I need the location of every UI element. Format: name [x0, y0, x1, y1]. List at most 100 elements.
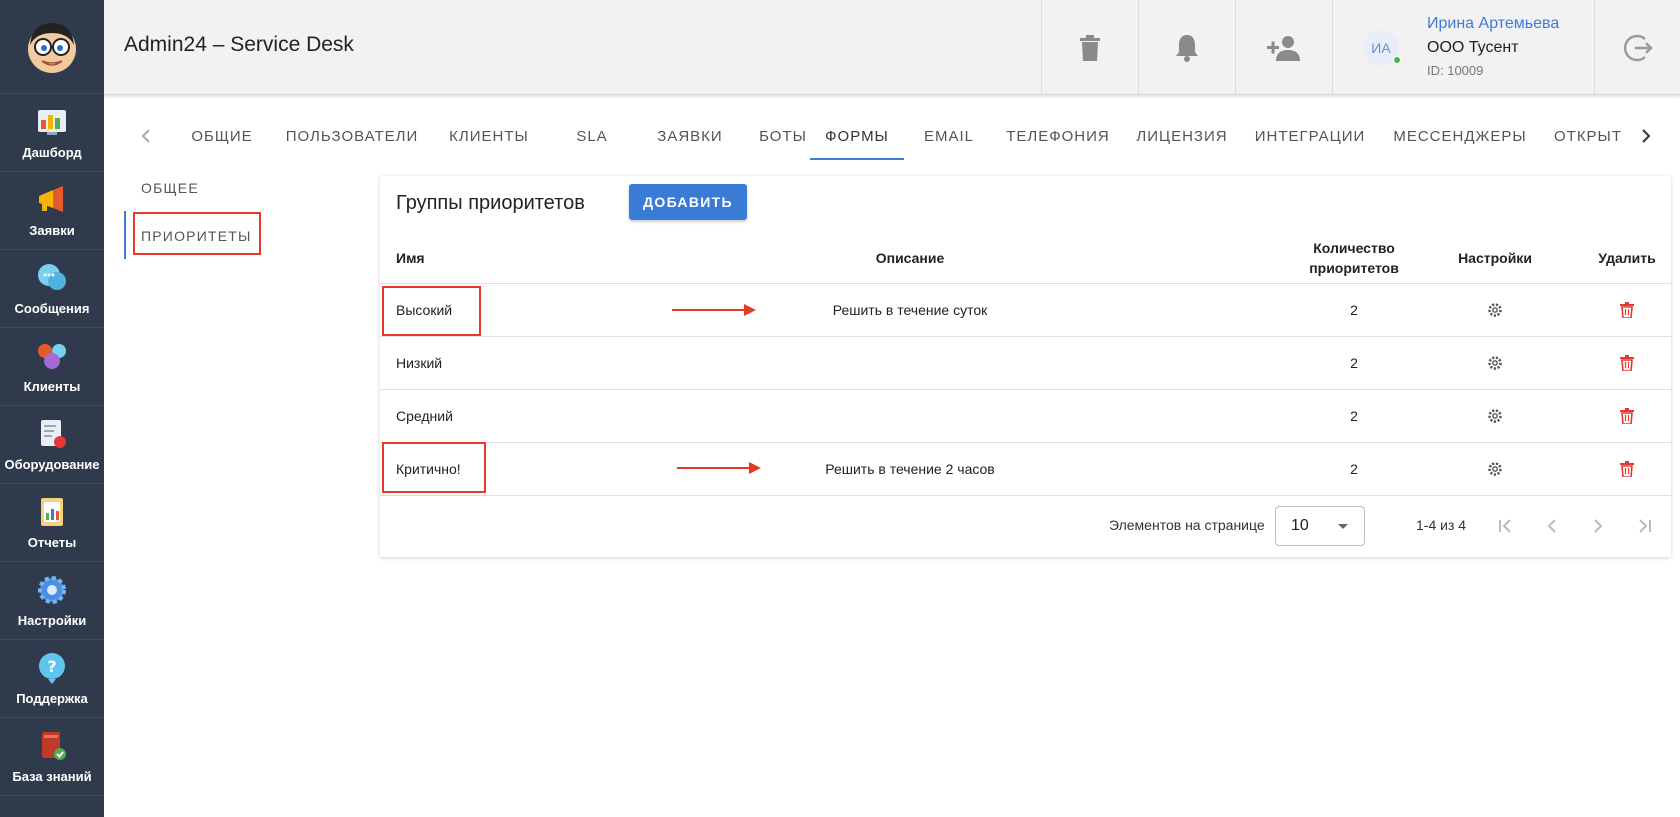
last-page-button[interactable] [1624, 506, 1664, 546]
sidebar-item-support[interactable]: ? Поддержка [0, 640, 104, 718]
gear-icon [38, 576, 66, 604]
tabs-scroll-right[interactable] [1634, 124, 1658, 148]
user-org: ООО Тусент [1427, 39, 1519, 56]
sidebar-item-label: База знаний [12, 769, 92, 784]
sidebar-item-messages[interactable]: Сообщения [0, 250, 104, 328]
row-name: Средний [396, 408, 453, 424]
add-button[interactable]: ДОБАВИТЬ [629, 184, 747, 220]
user-name: Ирина Артемьева [1427, 15, 1560, 32]
row-delete-button[interactable] [1572, 284, 1680, 336]
tabs-scroll-left[interactable] [134, 124, 158, 148]
first-page-icon [1499, 519, 1511, 533]
table-row[interactable]: Критично! Решить в течение 2 часов 2 [380, 443, 1671, 496]
table-row[interactable]: Средний 2 [380, 390, 1671, 443]
column-count: Количество приоритетов [1288, 232, 1420, 284]
avatar-logo[interactable] [0, 0, 104, 94]
sidebar-item-label: Отчеты [27, 535, 77, 550]
user-id: ID: 10009 [1427, 63, 1484, 78]
row-count: 2 [1350, 408, 1358, 424]
column-name: Имя [396, 250, 425, 266]
sidebar-item-knowledge-base[interactable]: База знаний [0, 718, 104, 796]
gear-icon [1488, 356, 1502, 370]
tab-integrations[interactable]: ИНТЕГРАЦИИ [1242, 112, 1378, 160]
prev-page-button[interactable] [1532, 506, 1572, 546]
column-delete: Удалить [1598, 250, 1656, 266]
row-settings-button[interactable] [1440, 443, 1550, 495]
sidebar-item-settings[interactable]: Настройки [0, 562, 104, 640]
sidebar-item-clients[interactable]: Клиенты [0, 328, 104, 406]
logout-icon [1623, 34, 1653, 61]
subnav-general[interactable]: ОБЩЕЕ [141, 180, 199, 196]
top-bar: Admin24 – Service Desk ИА Ирина Артемьев… [104, 0, 1680, 95]
row-description: Решить в течение суток [832, 302, 988, 318]
book-icon [42, 732, 66, 760]
row-description [600, 337, 1220, 389]
row-count: 2 [1350, 355, 1358, 371]
table-header: Имя Описание Количество приоритетов Наст… [380, 232, 1671, 284]
column-count-line2: приоритетов [1309, 260, 1399, 276]
equipment-icon [41, 420, 66, 448]
online-status-dot [1393, 56, 1401, 64]
tab-telephony[interactable]: ТЕЛЕФОНИЯ [994, 112, 1122, 160]
tab-messengers[interactable]: МЕССЕНДЖЕРЫ [1378, 112, 1542, 160]
pagination-range: 1-4 из 4 [1416, 517, 1467, 533]
trash-icon [1620, 302, 1634, 318]
row-settings-button[interactable] [1440, 284, 1550, 336]
column-description: Описание [875, 250, 945, 266]
tab-requests[interactable]: ЗАЯВКИ [640, 112, 740, 160]
next-page-button[interactable] [1578, 506, 1618, 546]
megaphone-icon [39, 186, 63, 212]
tab-forms[interactable]: ФОРМЫ [810, 112, 904, 160]
row-settings-button[interactable] [1440, 337, 1550, 389]
subnav-priorities[interactable]: ПРИОРИТЕТЫ [141, 228, 252, 244]
tab-users[interactable]: ПОЛЬЗОВАТЕЛИ [270, 112, 434, 160]
last-page-icon [1639, 519, 1651, 533]
gear-icon [1488, 409, 1502, 423]
rows-per-page-select[interactable]: 10 [1275, 506, 1365, 546]
trash-button[interactable] [1041, 0, 1138, 95]
rows-per-page-value: 10 [1291, 517, 1309, 534]
chevron-left-icon [141, 129, 150, 143]
sidebar-item-equipment[interactable]: Оборудование [0, 406, 104, 484]
tab-sla[interactable]: SLA [544, 112, 640, 160]
row-name: Низкий [396, 355, 443, 371]
row-count: 2 [1350, 461, 1358, 477]
sidebar-item-requests[interactable]: Заявки [0, 172, 104, 250]
table-row[interactable]: Высокий Решить в течение суток 2 [380, 284, 1671, 337]
first-page-button[interactable] [1486, 506, 1526, 546]
chevron-right-icon [1594, 519, 1603, 533]
row-delete-button[interactable] [1572, 337, 1680, 389]
tab-general[interactable]: ОБЩИЕ [174, 112, 270, 160]
row-settings-button[interactable] [1440, 390, 1550, 442]
add-user-button[interactable] [1235, 0, 1332, 95]
tab-license[interactable]: ЛИЦЕНЗИЯ [1122, 112, 1242, 160]
column-count-line1: Количество [1313, 240, 1395, 256]
notifications-button[interactable] [1138, 0, 1235, 95]
logout-button[interactable] [1594, 0, 1680, 95]
priority-groups-card: Группы приоритетов ДОБАВИТЬ Имя Описание… [380, 176, 1671, 557]
sidebar-item-reports[interactable]: Отчеты [0, 484, 104, 562]
tab-email[interactable]: EMAIL [904, 112, 994, 160]
sidebar-item-label: Поддержка [16, 691, 88, 706]
tab-clients[interactable]: КЛИЕНТЫ [434, 112, 544, 160]
row-delete-button[interactable] [1572, 443, 1680, 495]
clients-icon [38, 344, 66, 369]
svg-text:?: ? [47, 657, 56, 676]
sidebar-item-label: Заявки [29, 223, 75, 238]
sidebar-item-label: Сообщения [14, 301, 90, 316]
tab-open[interactable]: ОТКРЫТ [1542, 112, 1634, 160]
row-description [600, 390, 1220, 442]
reports-icon [41, 498, 63, 526]
sidebar-item-label: Оборудование [4, 457, 100, 472]
row-delete-button[interactable] [1572, 390, 1680, 442]
gear-icon [1488, 303, 1502, 317]
user-profile[interactable]: ИА Ирина Артемьева ООО Тусент ID: 10009 [1332, 0, 1594, 95]
sidebar-item-dashboard[interactable]: Дашборд [0, 94, 104, 172]
bell-icon [1176, 34, 1198, 62]
dashboard-icon [38, 110, 66, 135]
caret-down-icon [1338, 524, 1348, 529]
table-row[interactable]: Низкий 2 [380, 337, 1671, 390]
chat-icon [38, 264, 66, 290]
add-user-icon [1267, 35, 1300, 61]
row-description: Решить в течение 2 часов [825, 461, 995, 477]
